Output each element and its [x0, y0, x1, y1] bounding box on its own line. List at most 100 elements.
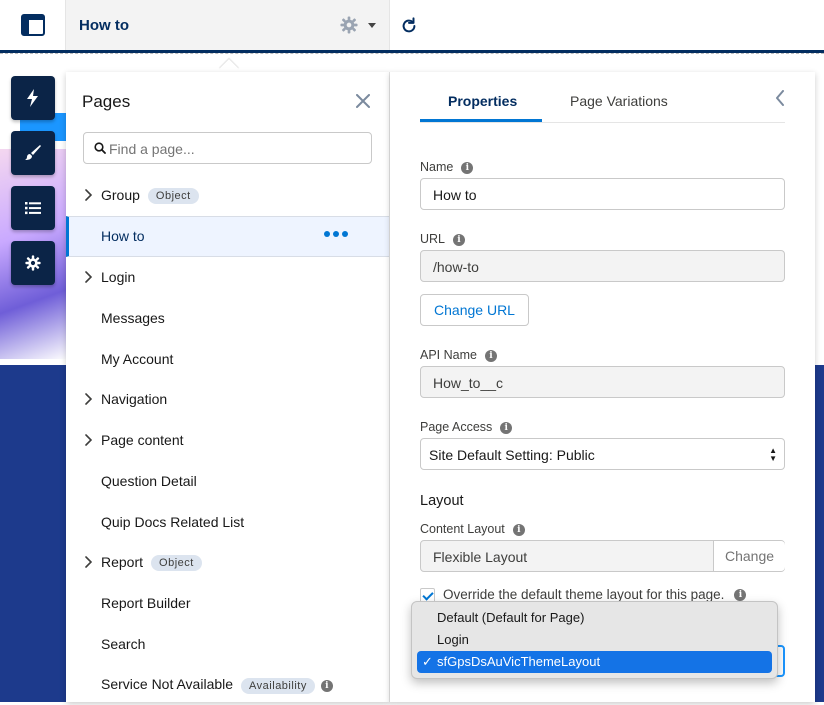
info-icon[interactable]: i [453, 233, 466, 246]
page-list-item-label: Page content [101, 432, 184, 448]
pages-panel: Pages Group Object How to Login Messages My A… [66, 72, 390, 702]
info-icon[interactable]: i [461, 161, 474, 174]
app-switcher-button[interactable] [0, 0, 66, 50]
page-name: Messages [101, 309, 165, 326]
close-icon[interactable] [356, 94, 370, 108]
name-label: Name i [420, 160, 474, 174]
checkmark-icon: ✓ [422, 654, 433, 669]
page-list-item[interactable]: How to [66, 215, 389, 257]
url-label-text: URL [420, 232, 446, 246]
page-name: Navigation [101, 391, 168, 408]
page-list-item-label: Login [101, 269, 135, 285]
brush-icon [25, 145, 41, 160]
theme-layout-option[interactable]: ✓ sfGpsDsAuVicThemeLayout [417, 651, 772, 673]
gear-icon[interactable] [340, 16, 358, 34]
page-access-select[interactable]: Site Default Setting: Public ▲ ▼ [420, 438, 785, 470]
preview-region-border [0, 53, 824, 54]
info-icon[interactable]: i [512, 523, 525, 536]
name-field[interactable]: How to [420, 178, 785, 210]
api-name-label-text: API Name [420, 348, 477, 362]
info-icon[interactable]: i [500, 421, 513, 434]
info-icon[interactable]: i [734, 589, 747, 602]
page-list-item-label: Report Builder [101, 595, 191, 611]
gear-icon [25, 255, 41, 271]
page-name: Login [101, 268, 136, 285]
page-list-item[interactable]: Messages [66, 297, 389, 338]
api-name-field: How_to__c [420, 366, 785, 398]
builder-header: How to [0, 0, 824, 53]
page-list-item-label: Report Object [101, 554, 202, 572]
page-search-input[interactable] [109, 139, 364, 159]
chevron-left-icon[interactable] [775, 90, 785, 106]
page-list-item-label: My Account [101, 351, 173, 367]
page-list-item[interactable]: Login [66, 257, 389, 298]
page-access-label-text: Page Access [420, 420, 493, 434]
list-icon [25, 202, 41, 215]
info-icon[interactable]: i [484, 349, 497, 362]
page-list-item[interactable]: Report Object [66, 542, 389, 583]
theme-layout-option-label: Login [437, 632, 469, 647]
page-list-item[interactable]: Search [66, 624, 389, 665]
select-arrows-icon: ▲ ▼ [769, 446, 777, 463]
components-button[interactable] [11, 76, 55, 120]
current-page-title: How to [79, 17, 129, 34]
page-list-item[interactable]: Group Object [66, 175, 389, 216]
theme-layout-option-label: sfGpsDsAuVicThemeLayout [437, 654, 601, 669]
theme-layout-dropdown: Default (Default for Page) Login ✓ sfGpsDsA… [411, 601, 778, 679]
tab-page-variations[interactable]: Page Variations [570, 93, 668, 109]
page-type-badge: Object [151, 555, 202, 572]
theme-button[interactable] [11, 131, 55, 175]
page-name: Service Not Available [101, 676, 234, 693]
chevron-down-icon[interactable] [368, 23, 376, 28]
page-list-item-label: How to [101, 228, 145, 244]
theme-layout-option[interactable]: Default (Default for Page) [412, 607, 777, 629]
page-search-field[interactable] [83, 132, 372, 164]
page-name: Page content [101, 432, 184, 449]
dot [333, 230, 339, 237]
search-icon [94, 142, 106, 154]
settings-button[interactable] [11, 241, 55, 285]
tab-properties[interactable]: Properties [448, 93, 517, 109]
page-name: How to [101, 228, 145, 245]
page-access-value: Site Default Setting: Public [429, 447, 595, 463]
page-list-item-label: Messages [101, 310, 165, 326]
page-name: Report Builder [101, 595, 191, 612]
page-list-item[interactable]: Page content [66, 420, 389, 461]
page-list-item[interactable]: My Account [66, 338, 389, 379]
page-list-item-label: Group Object [101, 186, 199, 205]
dot [342, 230, 348, 237]
info-icon[interactable]: i [320, 679, 333, 692]
change-url-button[interactable]: Change URL [420, 294, 529, 326]
page-structure-button[interactable] [11, 186, 55, 230]
url-field: /how-to [420, 250, 785, 282]
chevron-right-icon[interactable] [84, 189, 92, 201]
chevron-right-icon[interactable] [84, 556, 92, 568]
page-list-item[interactable]: Report Builder [66, 583, 389, 624]
page-list-item-label: Search [101, 636, 145, 652]
url-label: URL i [420, 232, 466, 246]
page-list-item-label: Quip Docs Related List [101, 514, 244, 530]
page-name: Question Detail [101, 472, 197, 489]
chevron-right-icon[interactable] [84, 393, 92, 405]
refresh-icon[interactable] [400, 17, 418, 35]
chevron-right-icon[interactable] [84, 433, 92, 446]
theme-layout-option-label: Default (Default for Page) [437, 610, 585, 625]
page-list: Group Object How to Login Messages My Account… [66, 175, 389, 705]
page-list-item[interactable]: Navigation [66, 379, 389, 420]
dot [324, 230, 330, 237]
page-type-badge: Object [147, 188, 199, 205]
theme-layout-option[interactable]: Login [412, 629, 777, 651]
page-list-item-label: Navigation [101, 391, 167, 407]
page-type-badge: Availability [241, 677, 315, 694]
page-list-item[interactable]: Question Detail [66, 461, 389, 502]
page-list-item[interactable]: Service Not Available Availability i [66, 665, 389, 705]
chevron-right-icon[interactable] [84, 270, 92, 283]
page-name: My Account [101, 350, 174, 367]
change-layout-button[interactable]: Change [713, 541, 785, 571]
content-layout-label: Content Layout i [420, 522, 525, 536]
page-name: Group [101, 186, 140, 203]
more-options-icon[interactable] [324, 230, 348, 237]
pages-panel-title: Pages [82, 92, 131, 111]
page-list-item[interactable]: Quip Docs Related List [66, 501, 389, 542]
page-selector[interactable]: How to [66, 0, 390, 50]
